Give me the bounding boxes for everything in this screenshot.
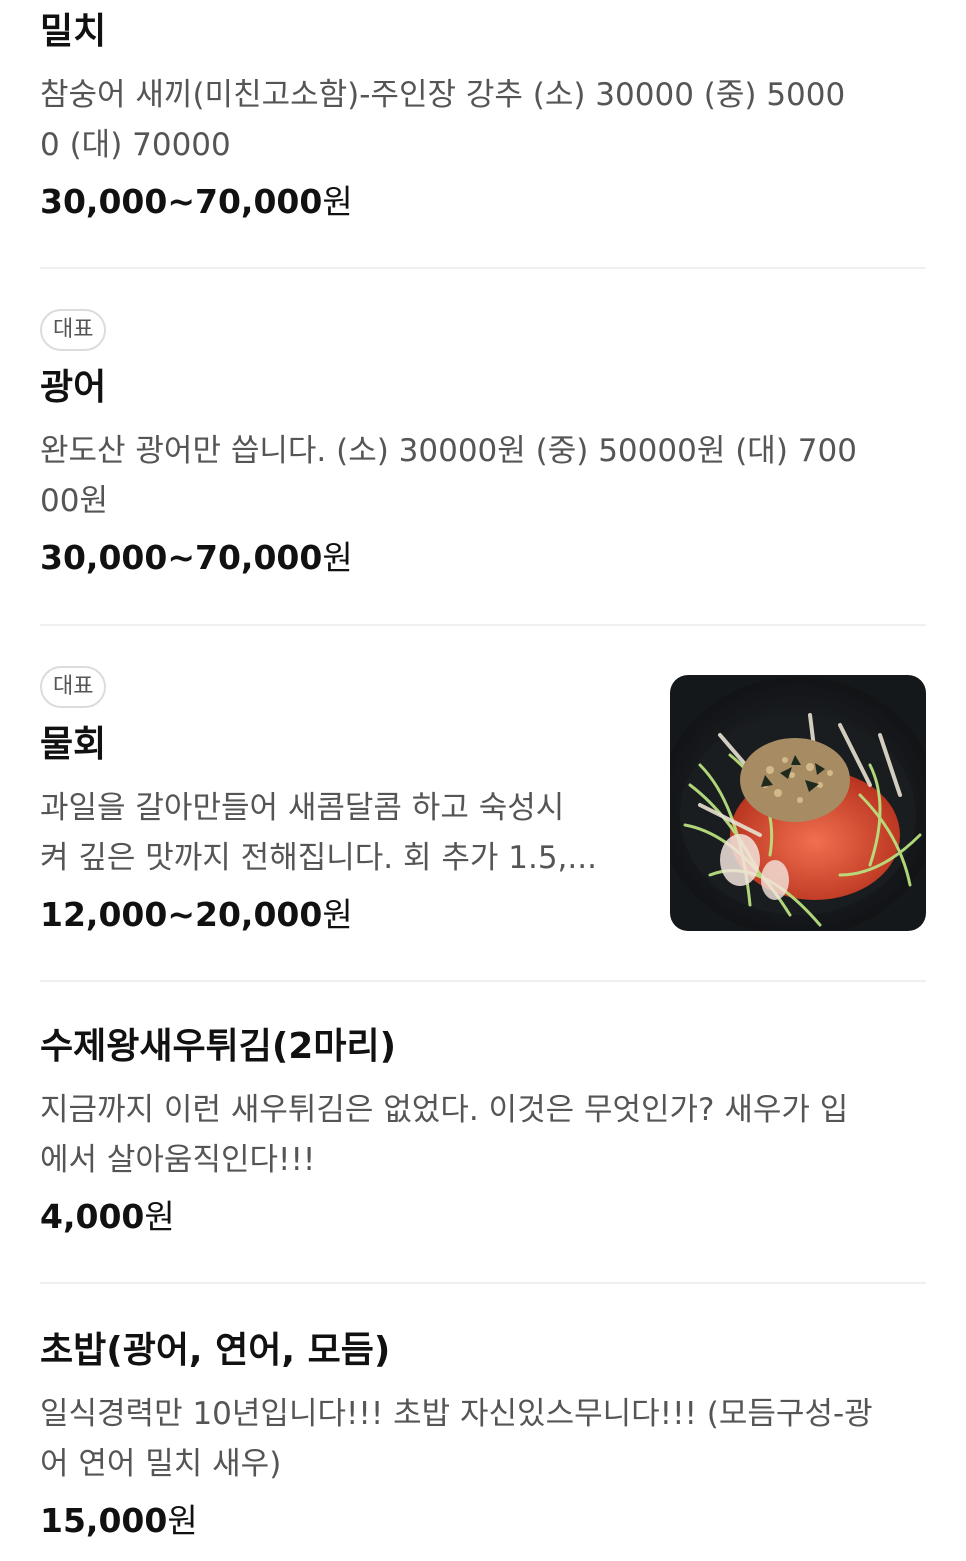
menu-item[interactable]: 밀치 참숭어 새끼(미친고소함)-주인장 강추 (소) 30000 (중) 50… — [40, 0, 926, 269]
menu-item-description: 완도산 광어만 씁니다. (소) 30000원 (중) 50000원 (대) 7… — [40, 426, 926, 526]
menu-item-name: 광어 — [40, 367, 107, 408]
menu-item[interactable]: 수제왕새우튀김(2마리) 지금까지 이런 새우튀김은 없었다. 이것은 무엇인가… — [40, 982, 926, 1284]
menu-item-price: 12,000~20,000원 — [40, 893, 353, 937]
menu-item-price: 4,000원 — [40, 1195, 175, 1239]
price-amount: 12,000~20,000 — [40, 895, 323, 934]
menu-item-name: 수제왕새우튀김(2마리) — [40, 1026, 397, 1067]
price-currency: 원 — [144, 1197, 175, 1236]
menu-item-description: 일식경력만 10년입니다!!! 초밥 자신있스무니다!!! (모듬구성-광 어 … — [40, 1389, 926, 1489]
menu-item-price: 30,000~70,000원 — [40, 536, 353, 580]
menu-item-description-line: 참숭어 새끼(미친고소함)-주인장 강추 (소) 30000 (중) 5000 — [40, 77, 846, 113]
menu-item-description: 과일을 갈아만들어 새콤달콤 하고 숙성시 켜 깊은 맛까지 전해집니다. 회 … — [40, 783, 640, 883]
price-currency: 원 — [322, 182, 353, 221]
menu-item-name: 초밥(광어, 연어, 모듬) — [40, 1330, 391, 1371]
menu-item-description-line: 일식경력만 10년입니다!!! 초밥 자신있스무니다!!! (모듬구성-광 — [40, 1396, 873, 1432]
price-currency: 원 — [322, 538, 353, 577]
menu-item-description-line: 과일을 갈아만들어 새콤달콤 하고 숙성시 — [40, 790, 565, 826]
mulhoe-photo[interactable] — [670, 675, 926, 931]
menu-item-description-line: 지금까지 이런 새우튀김은 없었다. 이것은 무엇인가? 새우가 입 — [40, 1092, 849, 1128]
price-currency: 원 — [322, 895, 353, 934]
menu-item-description-line: 켜 깊은 맛까지 전해집니다. 회 추가 1.5,... — [40, 840, 597, 876]
menu-item-description-line: 어 연어 밀치 새우) — [40, 1446, 282, 1482]
menu-item-description-line: 에서 살아움직인다!!! — [40, 1142, 316, 1178]
menu-item-description-line: 완도산 광어만 씁니다. (소) 30000원 (중) 50000원 (대) 7… — [40, 433, 857, 469]
price-amount: 15,000 — [40, 1501, 168, 1540]
signature-badge: 대표 — [40, 666, 107, 708]
menu-item[interactable]: 대표 광어 완도산 광어만 씁니다. (소) 30000원 (중) 50000원… — [40, 269, 926, 626]
menu-item-description-line: 00원 — [40, 483, 108, 519]
menu-item-price: 30,000~70,000원 — [40, 180, 353, 224]
menu-item-description-line: 0 (대) 70000 — [40, 127, 231, 163]
menu-item-description: 참숭어 새끼(미친고소함)-주인장 강추 (소) 30000 (중) 5000 … — [40, 70, 926, 170]
price-amount: 30,000~70,000 — [40, 182, 323, 221]
mulhoe-photo-icon — [670, 675, 926, 931]
menu-list: 밀치 참숭어 새끼(미친고소함)-주인장 강추 (소) 30000 (중) 50… — [40, 0, 926, 1561]
price-amount: 30,000~70,000 — [40, 538, 323, 577]
price-currency: 원 — [167, 1501, 198, 1540]
menu-item[interactable]: 대표 물회 과일을 갈아만들어 새콤달콤 하고 숙성시 켜 깊은 맛까지 전해집… — [40, 626, 926, 982]
signature-badge: 대표 — [40, 309, 107, 351]
menu-item-name: 밀치 — [40, 11, 107, 52]
price-amount: 4,000 — [40, 1197, 145, 1236]
menu-item-price: 15,000원 — [40, 1499, 198, 1543]
menu-item-description: 지금까지 이런 새우튀김은 없었다. 이것은 무엇인가? 새우가 입 에서 살아… — [40, 1085, 926, 1185]
menu-item-name: 물회 — [40, 724, 107, 765]
menu-item[interactable]: 초밥(광어, 연어, 모듬) 일식경력만 10년입니다!!! 초밥 자신있스무니… — [40, 1284, 926, 1561]
